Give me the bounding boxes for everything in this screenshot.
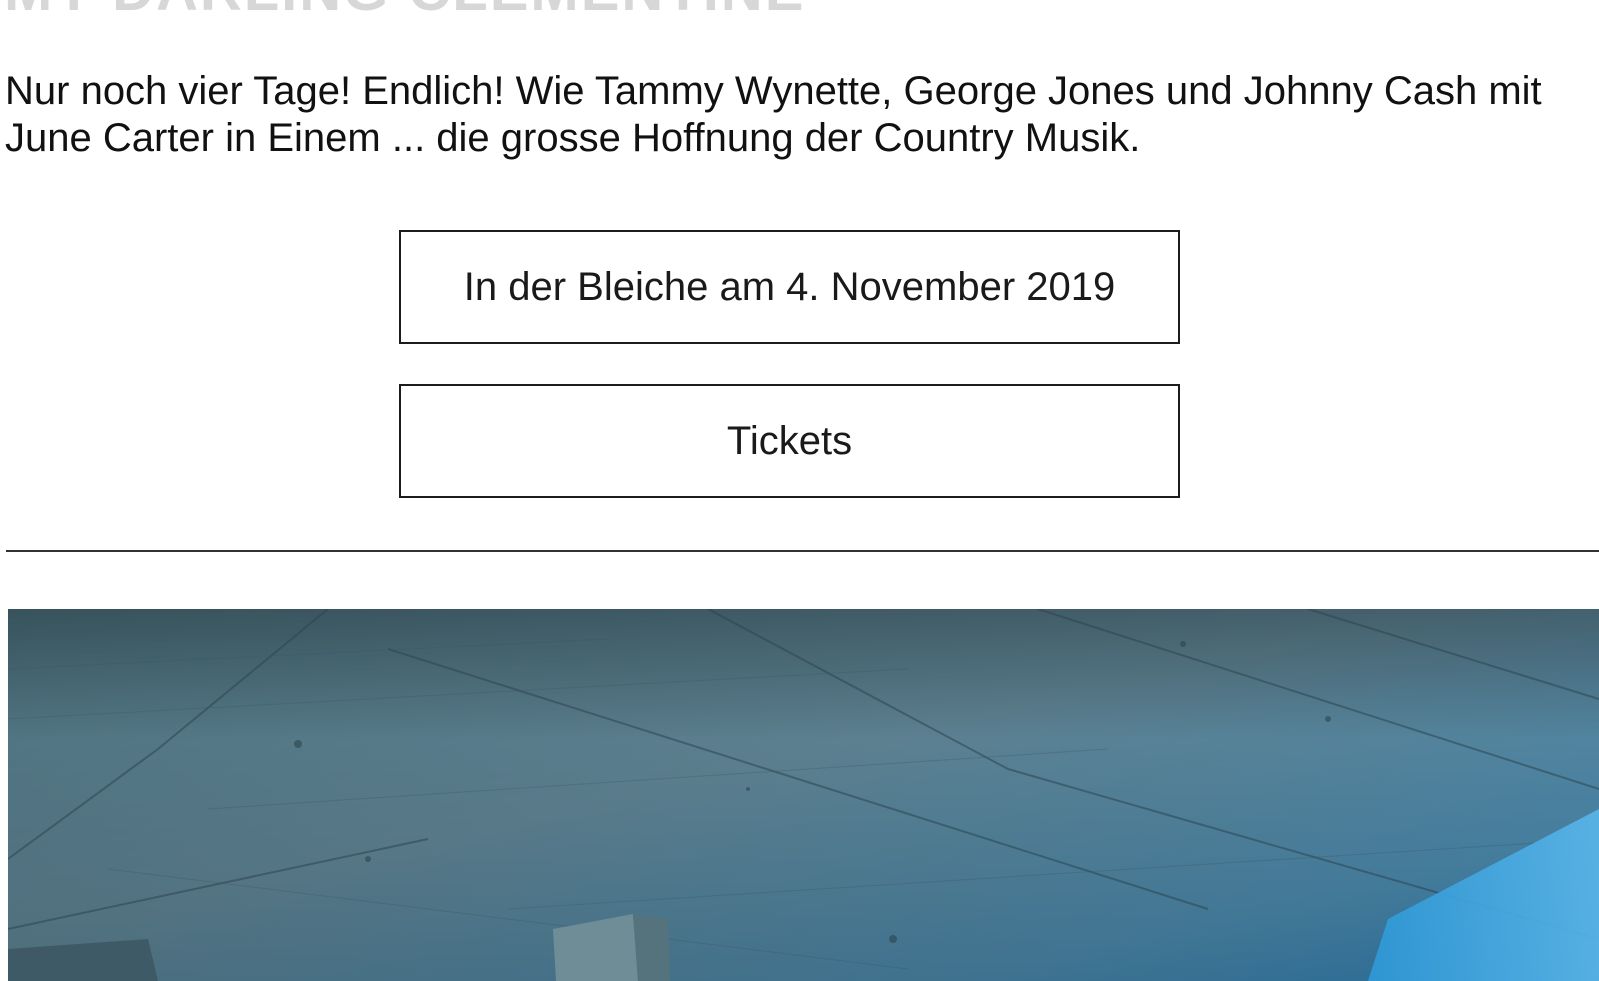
page-title: MY DARLING CLEMENTINE — [4, 0, 805, 14]
venue-photo — [8, 609, 1599, 981]
event-date-button[interactable]: In der Bleiche am 4. November 2019 — [399, 230, 1180, 344]
tickets-button[interactable]: Tickets — [399, 384, 1180, 498]
concrete-ceiling-image — [8, 609, 1599, 981]
intro-text: Nur noch vier Tage! Endlich! Wie Tammy W… — [5, 69, 1542, 160]
section-divider — [6, 550, 1599, 552]
page-title-clip: MY DARLING CLEMENTINE — [0, 0, 1599, 14]
